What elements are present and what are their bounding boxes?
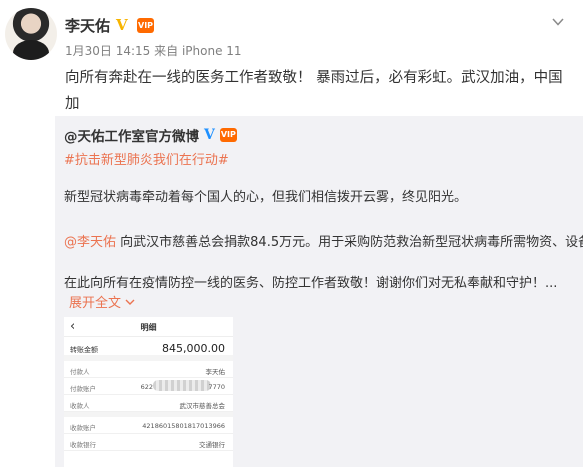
receipt-row: 收款银行 交通银行 [64, 434, 233, 451]
receipt-row-value: 42186015801817013966 [142, 422, 225, 430]
repost-paragraph-text: 向武汉市慈善总会捐款84.5万元。用于采购防范救治新型冠状病毒所需物资、设备。 [116, 235, 583, 250]
repost-paragraph: 在此向所有在疫情防控一线的医务、防控工作者致敬！谢谢你们对无私奉献和守护！... [64, 276, 558, 291]
post-meta: 1月30日 14:15 来自 iPhone 11 [65, 42, 242, 59]
amount-label: 转账金额 [70, 346, 98, 354]
avatar[interactable] [5, 8, 57, 60]
receipt-row-value: 武汉市慈善总会 [179, 402, 226, 410]
receipt-row-label: 付款账户 [70, 385, 96, 393]
redacted-blur [153, 380, 211, 391]
repost-author[interactable]: @天佑工作室官方微博 [64, 125, 199, 145]
post-timestamp[interactable]: 1月30日 14:15 [65, 44, 150, 58]
receipt-row-value: 622 [140, 383, 153, 391]
mention-link[interactable]: @李天佑 [64, 235, 116, 250]
receipt-row: 收款人 武汉市慈善总会 [64, 395, 233, 412]
amount-value: 845,000.00 [162, 342, 225, 355]
receipt-row-value: 李天佑 [205, 368, 226, 376]
receipt-row: 付款账户 622 7770 [64, 378, 233, 395]
receipt-row-label: 付款人 [70, 368, 90, 376]
v-verified-icon: V [204, 127, 215, 143]
receipt-row-label: 收款人 [70, 402, 90, 410]
repost-card[interactable]: @天佑工作室官方微博 V VIP #抗击新型肺炎我们在行动# 新型冠状病毒牵动着… [55, 116, 583, 467]
post-text-line: 向所有奔赴在一线的医务工作者致敬！ 暴雨过后，必有彩虹。武汉加油，中国加 [65, 70, 563, 112]
repost-paragraph: 新型冠状病毒牵动着每个国人的心，但我们相信拨开云雾，终见阳光。 [64, 190, 468, 205]
expand-button[interactable]: 展开全文 [69, 292, 135, 311]
hashtag-link[interactable]: #抗击新型肺炎我们在行动# [64, 149, 229, 168]
receipt-row-value: 7770 [208, 383, 225, 391]
receipt-image[interactable]: ‹ 明细 转账金额 845,000.00 付款人 李天佑 付款账户 622 77… [64, 317, 233, 467]
receipt-title: 明细 [140, 323, 157, 332]
vip-badge-icon: VIP [137, 17, 155, 33]
receipt-header: ‹ 明细 [64, 317, 233, 337]
vip-badge-icon: VIP [219, 128, 237, 142]
receipt-row-value: 交通银行 [199, 441, 225, 449]
receipt-row-label: 收款账户 [70, 424, 96, 432]
receipt-row: 付款人 李天佑 [64, 361, 233, 378]
expand-label: 展开全文 [69, 296, 122, 311]
chevron-down-icon [125, 299, 135, 305]
post-source: 来自 iPhone 11 [154, 44, 242, 58]
receipt-row: 收款账户 42186015801817013966 [64, 417, 233, 434]
receipt-row-label: 收款银行 [70, 441, 96, 449]
receipt-amount-row: 转账金额 845,000.00 [64, 337, 233, 361]
chevron-down-icon[interactable] [551, 14, 565, 28]
repost-author-row: @天佑工作室官方微博 V VIP [64, 125, 237, 145]
author-row: 李天佑 V VIP [65, 15, 155, 36]
author-name[interactable]: 李天佑 [65, 15, 110, 36]
repost-paragraph: @李天佑 向武汉市慈善总会捐款84.5万元。用于采购防范救治新型冠状病毒所需物资… [64, 231, 583, 250]
v-verified-icon: V [116, 15, 128, 34]
